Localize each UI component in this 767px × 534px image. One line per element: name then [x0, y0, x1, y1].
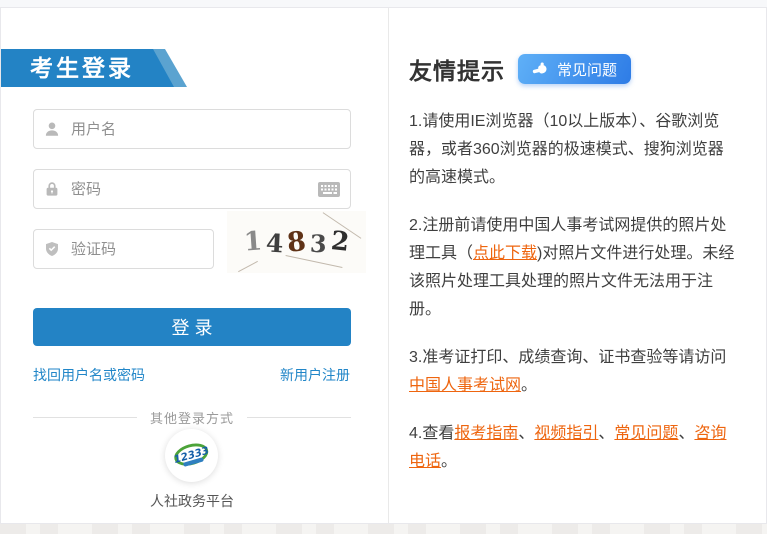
login-title: 考生登录 [30, 55, 134, 81]
tip-link[interactable]: 点此下载 [473, 245, 537, 262]
tip-text: 、 [518, 425, 535, 442]
login-section: 考生登录 用户名 验证码 1 4 8 3 2 登录 找回用户名或密码 新用户注册… [1, 8, 389, 523]
captcha-image[interactable]: 1 4 8 3 2 [227, 211, 366, 273]
tip-paragraph: 2.注册前请使用中国人事考试网提供的照片处理工具（点此下载)对照片文件进行处理。… [409, 212, 738, 324]
tip-text: 3.准考证打印、成绩查询、证书查验等请访问 [409, 349, 727, 366]
user-icon [44, 121, 60, 137]
tip-link[interactable]: 报考指南 [454, 425, 518, 442]
captcha-input[interactable] [69, 239, 203, 259]
tips-list: 1.请使用IE浏览器（10以上版本）、谷歌浏览器，或者360浏览器的极速模式、搜… [409, 108, 738, 476]
login-card: 考生登录 用户名 验证码 1 4 8 3 2 登录 找回用户名或密码 新用户注册… [0, 7, 767, 524]
tips-section: 友情提示 常见问题 1.请使用IE浏览器（10以上版本）、谷歌浏览器，或者360… [390, 8, 766, 523]
tip-text: 1.请使用IE浏览器（10以上版本）、谷歌浏览器，或者360浏览器的极速模式、搜… [409, 113, 724, 186]
tips-header: 友情提示 常见问题 [409, 52, 738, 86]
username-field [33, 109, 351, 149]
captcha-digit: 2 [329, 226, 351, 258]
login-title-ribbon: 考生登录 [1, 49, 189, 87]
tip-link[interactable]: 中国人事考试网 [409, 377, 521, 394]
captcha-digit: 4 [265, 228, 285, 258]
tip-paragraph: 3.准考证打印、成绩查询、证书查验等请访问中国人事考试网。 [409, 344, 738, 400]
faq-button[interactable]: 常见问题 [518, 54, 632, 84]
login-button[interactable]: 登录 [33, 308, 351, 346]
tip-link[interactable]: 视频指引 [534, 425, 598, 442]
tip-text: 4.查看 [409, 425, 455, 442]
divider-line [33, 417, 137, 418]
lock-icon [44, 181, 60, 197]
tip-paragraph: 1.请使用IE浏览器（10以上版本）、谷歌浏览器，或者360浏览器的极速模式、搜… [409, 108, 738, 192]
background-watermark [0, 523, 767, 534]
captcha-digit: 3 [309, 228, 328, 258]
tip-text: 、 [678, 425, 695, 442]
other-login-label: 其他登录方式 [150, 411, 235, 426]
tip-paragraph: 4.查看报考指南、视频指引、常见问题、咨询电话。 [409, 420, 738, 476]
faq-button-label: 常见问题 [557, 61, 618, 79]
tip-text: 、 [598, 425, 615, 442]
password-field [33, 169, 351, 209]
tip-text: 。 [441, 453, 458, 470]
keyboard-icon[interactable] [318, 181, 340, 197]
captcha-digit: 1 [242, 226, 264, 258]
tips-title: 友情提示 [409, 58, 505, 84]
password-input[interactable] [69, 179, 318, 199]
12333-globe-logo: 12333 [173, 443, 210, 467]
captcha-field [33, 229, 214, 269]
page-background: 考生登录 用户名 验证码 1 4 8 3 2 登录 找回用户名或密码 新用户注册… [0, 0, 767, 534]
username-input[interactable] [69, 119, 340, 139]
captcha-noise-line [238, 260, 258, 273]
divider-line [247, 417, 352, 418]
12333-platform-login-button[interactable]: 12333 [165, 429, 218, 482]
new-user-register-link[interactable]: 新用户注册 [280, 365, 350, 385]
other-login-divider: 其他登录方式 [33, 408, 352, 427]
platform-name: 人社政务平台 [150, 493, 234, 509]
pointing-hand-icon [532, 61, 549, 78]
tip-text: 。 [521, 377, 538, 394]
tip-link[interactable]: 常见问题 [614, 425, 678, 442]
forgot-username-password-link[interactable]: 找回用户名或密码 [33, 365, 145, 385]
captcha-digit: 8 [285, 225, 308, 259]
shield-check-icon [44, 241, 60, 257]
